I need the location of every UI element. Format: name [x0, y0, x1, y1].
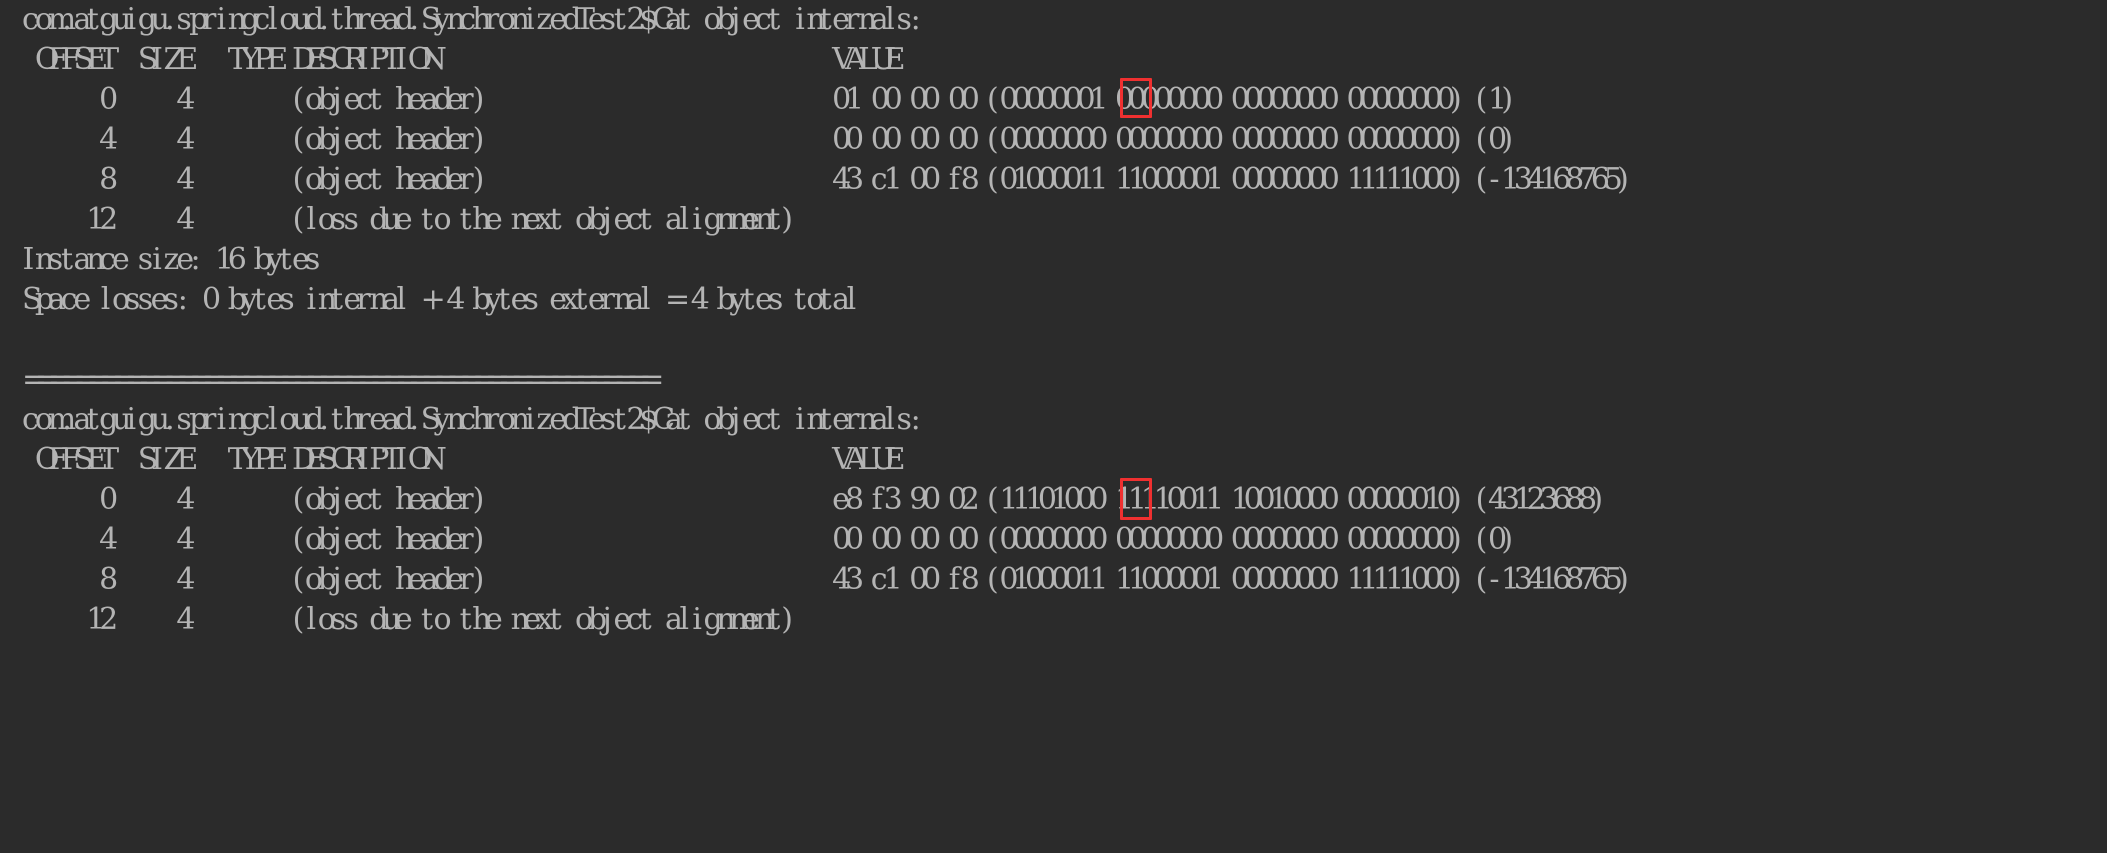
console-line-text: 4 4 (object header) 00 00 00 00 (0000000…: [99, 522, 1514, 557]
console-line-text: 0 4 (object header) 01 00 00 00 (0000000…: [99, 82, 1514, 117]
console-line: com.atguigu.springcloud.thread.Synchroni…: [0, 400, 2107, 440]
console-lines: com.atguigu.springcloud.thread.Synchroni…: [0, 0, 2107, 640]
console-line: OFFSET SIZE TYPE DESCRIPTION VALUE: [0, 440, 2107, 480]
console-line-text: 4 4 (object header) 00 00 00 00 (0000000…: [99, 122, 1514, 157]
console-line-text: 8 4 (object header) 43 c1 00 f8 (0100001…: [99, 162, 1629, 197]
console-line: OFFSET SIZE TYPE DESCRIPTION VALUE: [0, 40, 2107, 80]
console-line-text: Space losses: 0 bytes internal + 4 bytes…: [22, 282, 857, 317]
console-line: 12 4 (loss due to the next object al ignm…: [0, 200, 2107, 240]
console-line: ========================================…: [0, 360, 2107, 400]
console-line: 0 4 (object header) e8 f3 90 02 (1110100…: [0, 480, 2107, 520]
console-line: 4 4 (object header) 00 00 00 00 (0000000…: [0, 120, 2107, 160]
console-line: Space losses: 0 bytes internal + 4 bytes…: [0, 280, 2107, 320]
console-line-text: Instance size: 16 bytes: [22, 242, 321, 277]
console-line-text: ========================================…: [22, 362, 665, 397]
console-line: 4 4 (object header) 00 00 00 00 (0000000…: [0, 520, 2107, 560]
console-line-text: 12 4 (loss due to the next object al ignm…: [86, 202, 793, 237]
console-line-text: OFFSET SIZE TYPE DESCRIPTION VALUE: [34, 42, 906, 77]
console-line: com.atguigu.springcloud.thread.Synchroni…: [0, 0, 2107, 40]
console-line-text: 12 4 (loss due to the next object al ignm…: [86, 602, 793, 637]
console-line: 12 4 (loss due to the next object al ignm…: [0, 600, 2107, 640]
console-line-text: com.atguigu.springcloud.thread.Synchroni…: [22, 402, 921, 437]
console-line: Instance size: 16 bytes: [0, 240, 2107, 280]
console-line: 8 4 (object header) 43 c1 00 f8 (0100001…: [0, 560, 2107, 600]
console-output-pane[interactable]: com.atguigu.springcloud.thread.Synchroni…: [0, 0, 2107, 853]
console-line-text: OFFSET SIZE TYPE DESCRIPTION VALUE: [34, 442, 906, 477]
console-line: 0 4 (object header) 01 00 00 00 (0000000…: [0, 80, 2107, 120]
console-line-text: com.atguigu.springcloud.thread.Synchroni…: [22, 2, 921, 37]
console-line-text: 0 4 (object header) e8 f3 90 02 (1110100…: [99, 482, 1604, 517]
console-line-text: 8 4 (object header) 43 c1 00 f8 (0100001…: [99, 562, 1629, 597]
console-line: 8 4 (object header) 43 c1 00 f8 (0100001…: [0, 160, 2107, 200]
